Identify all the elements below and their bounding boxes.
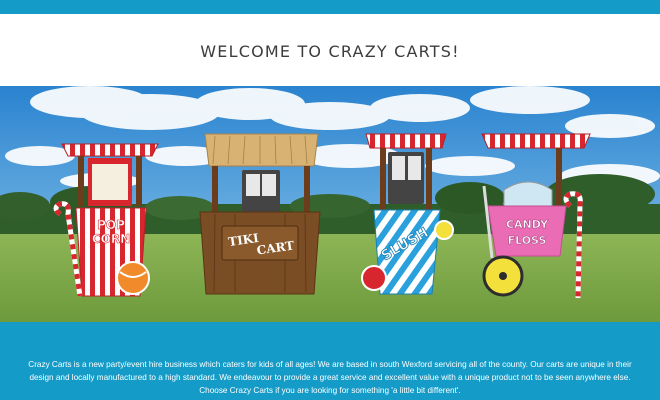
page-title: WELCOME TO CRAZY CARTS! (200, 41, 460, 61)
popcorn-sign-line1: POP (97, 218, 125, 232)
hero-image: POP CORN TIKI CART SLUSH CANDY FLOSS (0, 86, 660, 322)
hero-carts-photo: POP CORN TIKI CART SLUSH CANDY FLOSS (0, 86, 660, 322)
intro-band: Crazy Carts is a new party/event hire bu… (0, 322, 660, 400)
intro-paragraph: Crazy Carts is a new party/event hire bu… (28, 360, 632, 395)
candy-floss-sign-line2: FLOSS (508, 234, 547, 247)
title-band: WELCOME TO CRAZY CARTS! (0, 14, 660, 86)
candy-floss-sign-line1: CANDY (506, 218, 549, 231)
popcorn-sign-line2: CORN (92, 232, 130, 246)
tiki-cart: TIKI CART (199, 133, 321, 295)
top-banner-strip (0, 0, 660, 14)
